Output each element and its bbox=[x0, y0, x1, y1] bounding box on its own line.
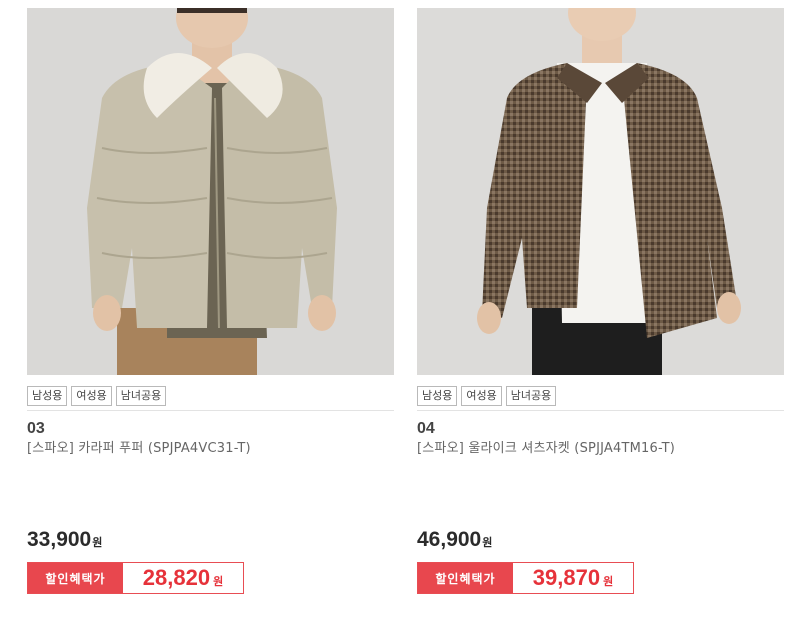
tag-unisex: 남녀공용 bbox=[115, 386, 167, 406]
product-name[interactable]: [스파오] 카라퍼 푸퍼 (SPJPA4VC31-T) bbox=[27, 441, 397, 457]
discount-price-box: 할인혜택가 28,820 원 bbox=[27, 562, 244, 594]
tag-men: 남성용 bbox=[417, 386, 458, 406]
discount-label: 할인혜택가 bbox=[418, 563, 513, 593]
product-number: 03 bbox=[27, 420, 45, 437]
currency-unit: 원 bbox=[603, 576, 614, 588]
tag-men: 남성용 bbox=[27, 386, 68, 406]
tag-women: 여성용 bbox=[71, 386, 112, 406]
tag-women: 여성용 bbox=[461, 386, 502, 406]
product-number: 04 bbox=[417, 420, 435, 437]
price-value: 33,900 bbox=[27, 528, 92, 551]
product-image[interactable] bbox=[417, 8, 784, 375]
currency-unit: 원 bbox=[482, 537, 493, 549]
discount-label: 할인혜택가 bbox=[28, 563, 123, 593]
tag-unisex: 남녀공용 bbox=[505, 386, 557, 406]
divider bbox=[417, 410, 784, 411]
divider bbox=[27, 410, 394, 411]
currency-unit: 원 bbox=[213, 576, 224, 588]
product-card[interactable]: 남성용 여성용 남녀공용 03 [스파오] 카라퍼 푸퍼 (SPJPA4VC31… bbox=[27, 8, 397, 457]
product-price: 33,900원 bbox=[27, 528, 102, 552]
price-value: 46,900 bbox=[417, 528, 482, 551]
discount-price: 39,870 원 bbox=[513, 563, 633, 593]
product-card[interactable]: 남성용 여성용 남녀공용 04 [스파오] 울라이크 셔츠자켓 (SPJJA4T… bbox=[417, 8, 787, 457]
gender-tags: 남성용 여성용 남녀공용 bbox=[417, 386, 787, 406]
currency-unit: 원 bbox=[92, 537, 103, 549]
product-image[interactable] bbox=[27, 8, 394, 375]
discount-price-value: 39,870 bbox=[532, 565, 601, 590]
discount-price-value: 28,820 bbox=[142, 565, 211, 590]
product-price: 46,900원 bbox=[417, 528, 492, 552]
discount-price: 28,820 원 bbox=[123, 563, 243, 593]
discount-price-box: 할인혜택가 39,870 원 bbox=[417, 562, 634, 594]
product-name[interactable]: [스파오] 울라이크 셔츠자켓 (SPJJA4TM16-T) bbox=[417, 441, 787, 457]
gender-tags: 남성용 여성용 남녀공용 bbox=[27, 386, 397, 406]
